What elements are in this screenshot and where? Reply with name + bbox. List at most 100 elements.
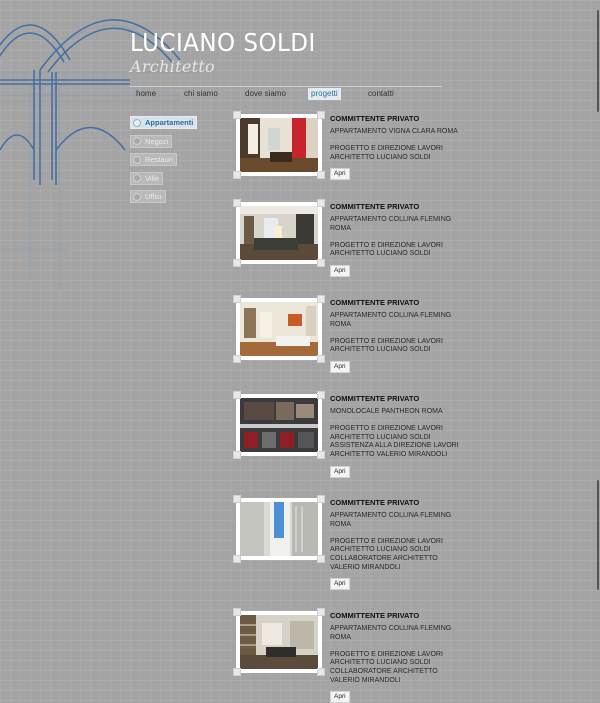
project-photo [240,502,318,556]
category-uffici[interactable]: Uffici [130,190,166,203]
project-credit: ARCHITETTO LUCIANO SOLDI [330,659,431,667]
project-info: COMMITTENTE PRIVATO APPARTAMENTO COLLINA… [330,298,465,373]
project-photo [240,118,318,172]
nav-divider [130,86,442,87]
photo-corner [233,199,241,207]
photo-corner [317,295,325,303]
project-description: ROMA [330,320,351,328]
bullet-icon [133,192,141,201]
photo-corner [233,555,241,563]
project-credit: COLLABORATORE ARCHITETTO [330,554,438,562]
photo-corner [233,295,241,303]
category-appartamenti[interactable]: Appartamenti [130,116,198,129]
bullet-icon [133,137,141,145]
scrollbar-thumb-top[interactable] [597,10,599,112]
project-credit: VALERIO MIRANDOLI [330,676,401,684]
project-credit: ARCHITETTO LUCIANO SOLDI [330,546,431,554]
project-photo [240,615,318,669]
photo-corner [233,171,241,179]
project-client: COMMITTENTE PRIVATO [330,298,420,307]
photo-corner [233,111,241,119]
project-thumbnail-living-room-sofa[interactable] [233,199,325,267]
photo-corner [317,391,325,399]
project-description: ROMA [330,520,351,528]
project-credit: COLLABORATORE ARCHITETTO [330,667,438,675]
project-description: ROMA [330,633,351,641]
photo-corner [317,608,325,616]
project-info: COMMITTENTE PRIVATO APPARTAMENTO COLLINA… [330,498,465,591]
project-credit: ARCHITETTO LUCIANO SOLDI [330,433,431,441]
project-description: MONOLOCALE PANTHEON ROMA [330,408,443,415]
project-credit: ARCHITETTO LUCIANO SOLDI [330,250,431,258]
project-client: COMMITTENTE PRIVATO [330,498,420,507]
open-project-button[interactable]: Apri [330,360,350,373]
project-credit: ARCHITETTO VALERIO MIRANDOLI [330,450,448,458]
photo-corner [233,355,241,363]
nav-dove-siamo[interactable]: dove siamo [242,88,289,100]
category-label: Appartamenti [145,118,194,127]
project-credit: ARCHITETTO LUCIANO SOLDI [330,153,431,161]
project-client: COMMITTENTE PRIVATO [330,611,420,620]
category-restauri[interactable]: Restauri [130,153,177,166]
project-info: COMMITTENTE PRIVATO MONOLOCALE PANTHEON … [330,394,465,478]
project-description: ROMA [330,224,351,232]
category-ville[interactable]: Ville [130,171,164,185]
project-credit: PROGETTO E DIREZIONE LAVORI [330,650,443,658]
project-thumbnail-floor-plan-render[interactable] [233,391,325,459]
photo-corner [317,111,325,119]
photo-corner [317,668,325,676]
nav-home[interactable]: home [133,88,159,100]
nav-chi-siamo[interactable]: chi siamo [181,88,221,100]
project-credit: PROGETTO E DIREZIONE LAVORI [330,145,443,153]
scrollbar-thumb[interactable] [597,480,599,590]
photo-corner [317,259,325,267]
project-credit: ARCHITETTO LUCIANO SOLDI [330,346,431,354]
project-description: APPARTAMENTO COLLINA FLEMING [330,512,452,519]
project-credit: PROGETTO E DIREZIONE LAVORI [330,425,443,433]
photo-corner [233,668,241,676]
project-info: COMMITTENTE PRIVATO APPARTAMENTO COLLINA… [330,611,465,703]
project-thumbnail-living-room-red-wall[interactable] [233,111,325,179]
photo-corner [233,451,241,459]
project-credit: PROGETTO E DIREZIONE LAVORI [330,337,443,345]
open-project-button[interactable]: Apri [330,691,350,703]
project-credit: PROGETTO E DIREZIONE LAVORI [330,241,443,249]
nav-progetti[interactable]: progetti [308,88,341,100]
photo-corner [317,355,325,363]
project-thumbnail-bright-living-room[interactable] [233,295,325,363]
open-project-button[interactable]: Apri [330,264,350,277]
project-info: COMMITTENTE PRIVATO APPARTAMENTO VIGNA C… [330,114,465,181]
project-description: APPARTAMENTO COLLINA FLEMING [330,625,452,632]
photo-corner [233,495,241,503]
project-credit: ASSISTENZA ALLA DIREZIONE LAVORI [330,442,459,450]
category-negozi[interactable]: Negozi [130,134,173,148]
photo-corner [317,555,325,563]
category-label: Negozi [145,136,169,146]
nav-contatti[interactable]: contatti [365,88,397,100]
project-credit: PROGETTO E DIREZIONE LAVORI [330,537,443,545]
project-info: COMMITTENTE PRIVATO APPARTAMENTO COLLINA… [330,202,465,277]
open-project-button[interactable]: Apri [330,465,350,478]
photo-corner [317,199,325,207]
project-credit: VALERIO MIRANDOLI [330,563,401,571]
main-nav: home chi siamo dove siamo progetti conta… [130,88,442,102]
category-menu: Appartamenti Negozi Restauri Ville Uffic… [130,116,198,209]
bullet-icon [133,174,141,182]
photo-corner [233,259,241,267]
project-thumbnail-library-living-room[interactable] [233,608,325,676]
scrollbar[interactable] [596,0,600,700]
logo-subtitle: Architetto [130,57,215,76]
site-logo[interactable]: LUCIANO SOLDI Architetto [130,28,332,76]
project-photo [240,398,318,452]
category-label: Restauri [145,155,173,164]
bullet-icon [133,155,141,164]
project-description: APPARTAMENTO VIGNA CLARA ROMA [330,128,458,135]
photo-corner [233,608,241,616]
logo-title: LUCIANO SOLDI [130,28,316,57]
photo-corner [317,171,325,179]
project-description: APPARTAMENTO COLLINA FLEMING [330,216,452,223]
category-label: Ville [145,173,160,183]
open-project-button[interactable]: Apri [330,168,350,181]
project-thumbnail-doorway-blue-light[interactable] [233,495,325,563]
open-project-button[interactable]: Apri [330,578,350,591]
